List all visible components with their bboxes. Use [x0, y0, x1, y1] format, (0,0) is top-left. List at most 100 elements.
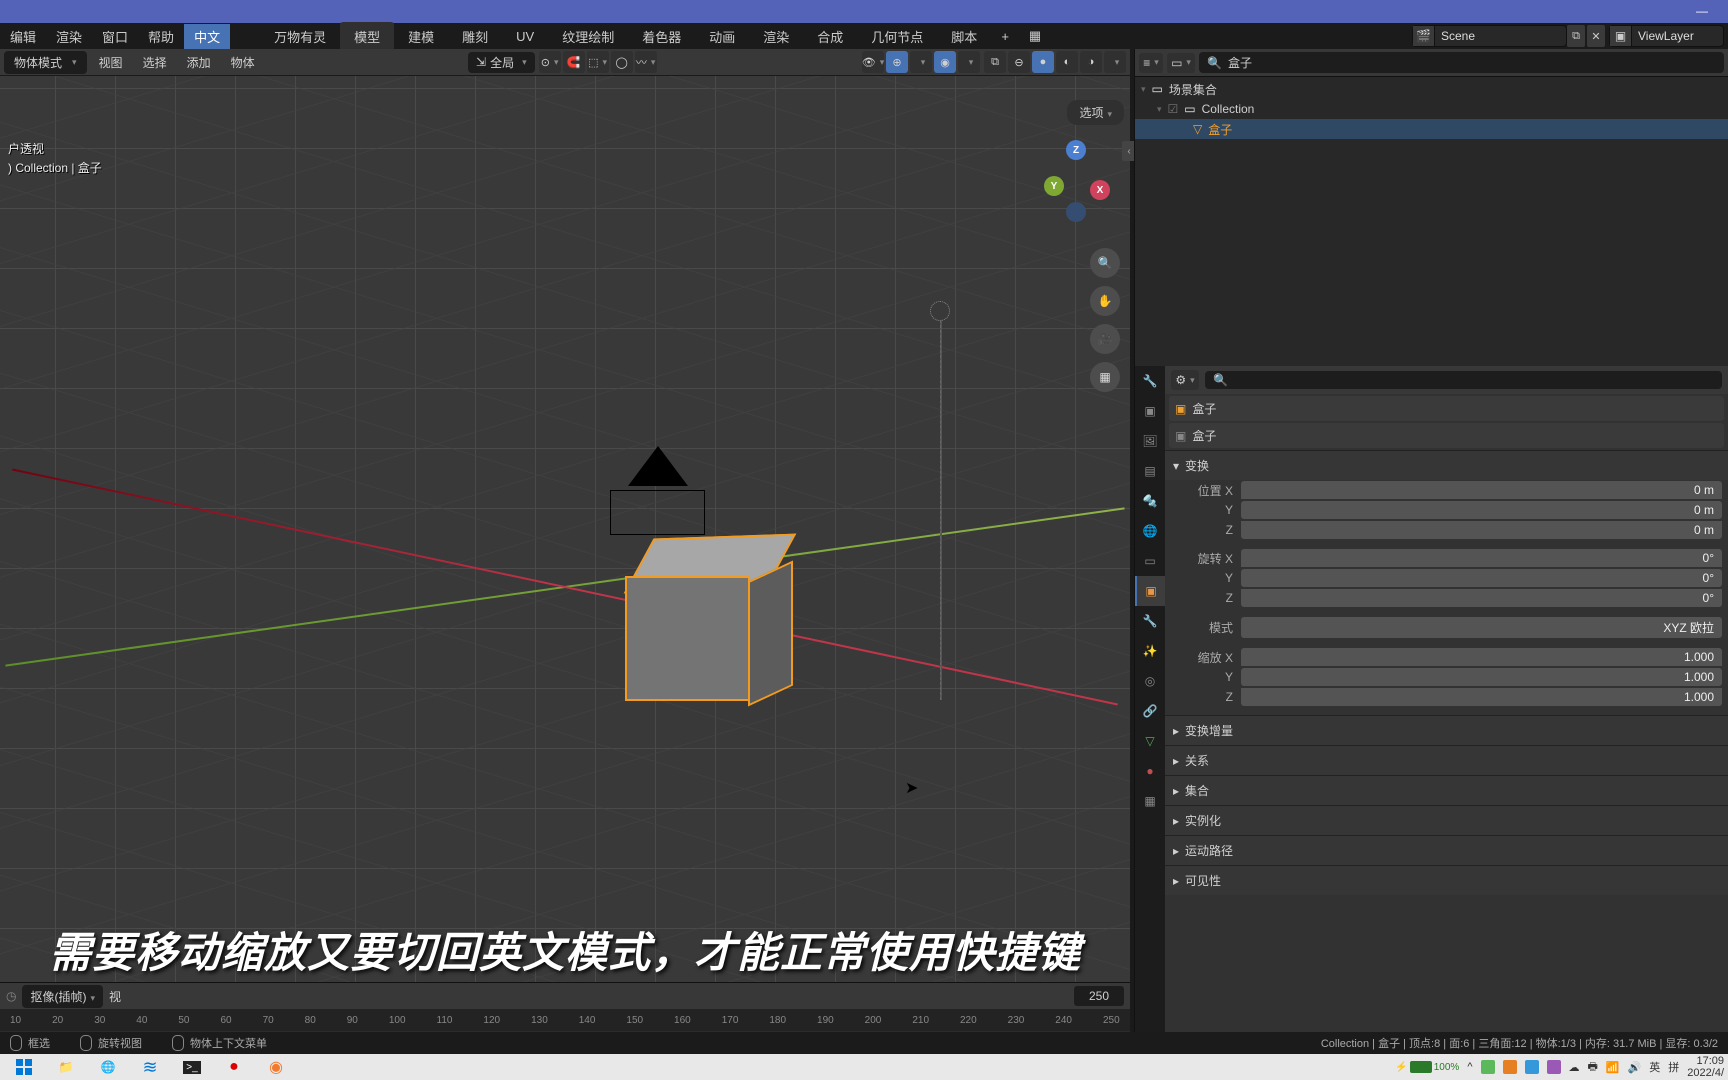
battery-indicator[interactable]: ⚡100% — [1395, 1061, 1459, 1073]
collection-row[interactable]: ▾☑▭Collection — [1135, 99, 1728, 119]
panel-collections[interactable]: ▸集合 — [1165, 775, 1728, 805]
snap-toggle[interactable]: 🧲 — [563, 51, 585, 73]
tab-texture[interactable]: ▦ — [1135, 786, 1165, 816]
scale-z[interactable]: 1.000 — [1241, 688, 1722, 706]
gizmo-toggle[interactable]: ⊕ — [886, 51, 908, 73]
tab-modifiers[interactable]: 🔧 — [1135, 606, 1165, 636]
workspace-app-icon[interactable]: ▦ — [1019, 23, 1051, 49]
tab-world[interactable]: 🌐 — [1135, 516, 1165, 546]
tab-material[interactable]: ● — [1135, 756, 1165, 786]
camera-view-icon[interactable]: 🎥 — [1090, 324, 1120, 354]
outliner-search[interactable]: 🔍 盒子 — [1199, 52, 1724, 73]
panel-instancing[interactable]: ▸实例化 — [1165, 805, 1728, 835]
windows-taskbar[interactable]: 📁 🌐 ≋ >_ ● ◉ ⚡100% ^ ☁ 🖶 📶 🔊 英 拼 17:09 2… — [0, 1054, 1728, 1080]
scene-close-button[interactable]: ✕ — [1587, 25, 1605, 47]
timeline-ruler[interactable]: 1020304050607080901001101201301401501601… — [0, 1009, 1130, 1031]
timeline-menu-view[interactable]: 视 — [109, 988, 121, 1005]
gizmo-z[interactable]: Z — [1066, 140, 1086, 160]
shading-wire[interactable]: ⊖ — [1008, 51, 1030, 73]
tray-wifi-icon[interactable]: 📶 — [1606, 1061, 1620, 1074]
tray-app3[interactable] — [1525, 1060, 1539, 1074]
menu-render[interactable]: 渲染 — [46, 24, 92, 49]
ime-mode[interactable]: 拼 — [1668, 1059, 1679, 1075]
transform-orient[interactable]: ⇲ 全局 — [468, 52, 535, 73]
shading-render[interactable]: ◑ — [1080, 51, 1102, 73]
light-object[interactable] — [930, 301, 950, 321]
workspace-9[interactable]: 合成 — [803, 22, 857, 51]
tab-collprops[interactable]: ▭ — [1135, 546, 1165, 576]
viewport-options[interactable]: 选项 — [1067, 100, 1124, 125]
tray-app4[interactable] — [1547, 1060, 1561, 1074]
gizmo-neg-z[interactable] — [1066, 202, 1086, 222]
scale-x[interactable]: 1.000 — [1241, 648, 1722, 666]
viewport-menu-add[interactable]: 添加 — [179, 51, 219, 74]
tray-printer-icon[interactable]: 🖶 — [1588, 1058, 1598, 1077]
tab-physics[interactable]: ◎ — [1135, 666, 1165, 696]
object-row[interactable]: ▽盒子 — [1135, 119, 1728, 139]
data-name-row[interactable]: ▣盒子 — [1169, 423, 1724, 448]
camera-object[interactable] — [628, 446, 705, 535]
tab-tool[interactable]: 🔧 — [1135, 366, 1165, 396]
pan-icon[interactable]: ✋ — [1090, 286, 1120, 316]
rot-z[interactable]: 0° — [1241, 589, 1722, 607]
panel-motion[interactable]: ▸运动路径 — [1165, 835, 1728, 865]
menu-edit[interactable]: 编辑 — [0, 24, 46, 49]
workspace-8[interactable]: 渲染 — [749, 22, 803, 51]
loc-y[interactable]: 0 m — [1241, 501, 1722, 519]
vscode-icon[interactable]: ≋ — [130, 1055, 170, 1079]
menu-lang[interactable]: 中文 — [184, 24, 230, 49]
edge-icon[interactable]: 🌐 — [88, 1055, 128, 1079]
xray-toggle[interactable]: ⧉ — [984, 51, 1006, 73]
workspace-4[interactable]: UV — [502, 24, 548, 49]
tab-object[interactable]: ▣ — [1135, 576, 1165, 606]
mode-selector[interactable]: 物体模式 — [4, 51, 87, 74]
explorer-icon[interactable]: 📁 — [46, 1055, 86, 1079]
gizmo-dropdown[interactable] — [910, 51, 932, 73]
overlay-dropdown[interactable] — [958, 51, 980, 73]
menu-window[interactable]: 窗口 — [92, 24, 138, 49]
tab-render[interactable]: ▣ — [1135, 396, 1165, 426]
tab-data[interactable]: ▽ — [1135, 726, 1165, 756]
pivot-dropdown[interactable]: ⊙ — [539, 51, 561, 73]
viewlayer-name-input[interactable] — [1632, 29, 1723, 43]
ime-lang[interactable]: 英 — [1649, 1059, 1660, 1075]
panel-delta[interactable]: ▸变换增量 — [1165, 715, 1728, 745]
prop-edit-toggle[interactable]: ◯ — [611, 51, 633, 73]
tray-volume-icon[interactable]: 🔊 — [1628, 1061, 1642, 1074]
rot-y[interactable]: 0° — [1241, 569, 1722, 587]
start-button[interactable] — [4, 1055, 44, 1079]
viewport-menu-view[interactable]: 视图 — [91, 51, 131, 74]
props-search[interactable]: 🔍 — [1205, 371, 1722, 389]
workspace-5[interactable]: 纹理绘制 — [548, 22, 628, 51]
menu-help[interactable]: 帮助 — [138, 24, 184, 49]
tray-app1[interactable] — [1481, 1060, 1495, 1074]
workspace-2[interactable]: 建模 — [394, 22, 448, 51]
persp-ortho-icon[interactable]: ▦ — [1090, 362, 1120, 392]
timeline-mode[interactable]: 抠像(插帧) — [22, 985, 103, 1008]
rot-mode[interactable]: XYZ 欧拉 — [1241, 617, 1722, 638]
shading-dropdown[interactable] — [1104, 51, 1126, 73]
workspace-11[interactable]: 脚本 — [937, 22, 991, 51]
workspace-0[interactable]: 万物有灵 — [260, 22, 340, 51]
shading-matprev[interactable]: ◐ — [1056, 51, 1078, 73]
tab-viewlayer[interactable]: ▤ — [1135, 456, 1165, 486]
record-icon[interactable]: ● — [214, 1055, 254, 1079]
rot-x[interactable]: 0° — [1241, 549, 1722, 567]
clock-time[interactable]: 17:09 — [1687, 1055, 1724, 1067]
minimize-button[interactable]: — — [1696, 4, 1708, 19]
shading-solid[interactable]: ● — [1032, 51, 1054, 73]
object-name-row[interactable]: ▣盒子 — [1169, 396, 1724, 421]
timeline-editor[interactable]: ◷ 抠像(插帧) 视 250 1020304050607080901001101… — [0, 982, 1130, 1032]
end-frame-box[interactable]: 250 — [1074, 986, 1124, 1006]
props-editor-icon[interactable]: ⚙ — [1171, 370, 1199, 390]
gizmo-x[interactable]: X — [1090, 180, 1110, 200]
scene-collection-row[interactable]: ▾▭场景集合 — [1135, 79, 1728, 99]
tray-cloud-icon[interactable]: ☁ — [1569, 1061, 1580, 1074]
panel-relations[interactable]: ▸关系 — [1165, 745, 1728, 775]
viewport-menu-select[interactable]: 选择 — [135, 51, 175, 74]
scene-name-input[interactable] — [1435, 29, 1566, 43]
overlay-toggle[interactable]: ◉ — [934, 51, 956, 73]
tab-constraints[interactable]: 🔗 — [1135, 696, 1165, 726]
panel-transform[interactable]: ▾变换 — [1165, 450, 1728, 480]
workspace-10[interactable]: 几何节点 — [857, 22, 937, 51]
